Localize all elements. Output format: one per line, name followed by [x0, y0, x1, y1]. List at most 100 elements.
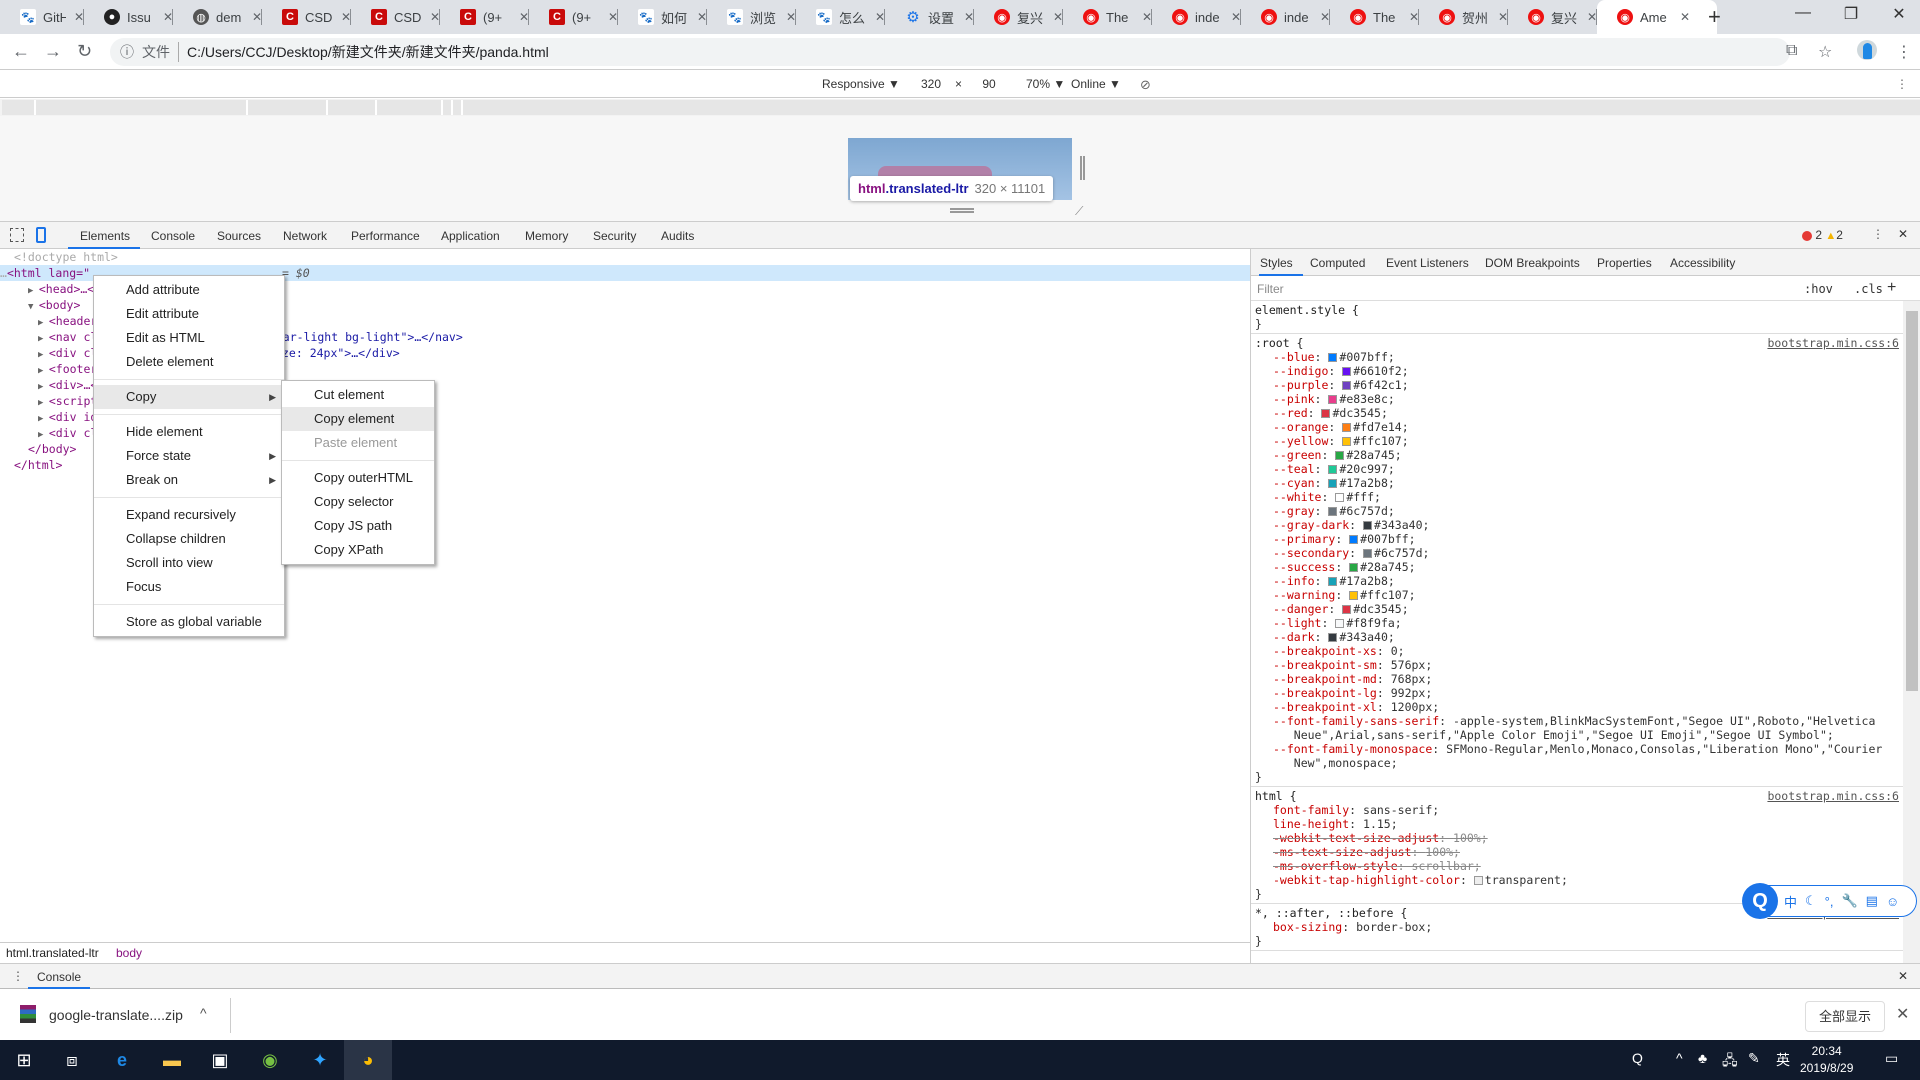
sidebar-tab-computed[interactable]: Computed: [1310, 256, 1365, 270]
browser-tab[interactable]: ⚙ 设置 ✕: [885, 0, 974, 34]
color-swatch[interactable]: [1328, 479, 1338, 488]
ime-moon-icon[interactable]: ☾: [1805, 893, 1817, 909]
ime-punct-icon[interactable]: °,: [1825, 894, 1834, 909]
submenu-item-copy-selector[interactable]: Copy selector: [282, 490, 434, 514]
media-query-segment[interactable]: [328, 100, 377, 115]
style-declaration[interactable]: --font-family-sans-serif: -apple-system,…: [1255, 714, 1899, 742]
style-declaration[interactable]: --cyan: #17a2b8;: [1255, 476, 1899, 490]
browser-tab[interactable]: ◉ 复兴 ✕: [974, 0, 1063, 34]
zoom-select[interactable]: 70% ▼: [1026, 77, 1065, 91]
dom-node[interactable]: </html>: [0, 457, 62, 473]
sidebar-tab-accessibility[interactable]: Accessibility: [1670, 256, 1735, 270]
chrome-menu-icon[interactable]: ⋮: [1896, 42, 1912, 62]
ime-toolbar[interactable]: Q 中 ☾ °, 🔧 ▤ ☺: [1742, 883, 1917, 919]
browser-tab[interactable]: C (9+ ✕: [529, 0, 618, 34]
style-declaration[interactable]: --font-family-monospace: SFMono-Regular,…: [1255, 742, 1899, 770]
qq-icon[interactable]: ♣: [1698, 1050, 1707, 1066]
color-swatch[interactable]: [1363, 521, 1373, 530]
ime-mode[interactable]: 中: [1784, 892, 1797, 911]
color-swatch[interactable]: [1328, 353, 1338, 362]
style-declaration[interactable]: --teal: #20c997;: [1255, 462, 1899, 476]
menu-item-collapse-children[interactable]: Collapse children: [94, 527, 284, 551]
color-swatch[interactable]: [1321, 409, 1331, 418]
browser-tab[interactable]: 🐾 GitH ✕: [0, 0, 84, 34]
submenu-item-copy-js-path[interactable]: Copy JS path: [282, 514, 434, 538]
devtools-tab-audits[interactable]: Audits: [661, 229, 694, 243]
browser-tab[interactable]: ● Issu ✕: [84, 0, 173, 34]
show-all-button[interactable]: 全部显示: [1805, 1001, 1885, 1032]
menu-item-copy[interactable]: Copy ▶: [94, 385, 284, 409]
new-tab-button[interactable]: +: [1708, 4, 1721, 30]
style-declaration[interactable]: --info: #17a2b8;: [1255, 574, 1899, 588]
action-center-icon[interactable]: ▭: [1885, 1050, 1898, 1067]
ime-emoji-icon[interactable]: ☺: [1886, 894, 1899, 909]
cls-toggle[interactable]: .cls: [1854, 282, 1883, 296]
browser-tab[interactable]: ◉ Ame ✕: [1597, 0, 1717, 34]
color-swatch[interactable]: [1328, 395, 1338, 404]
network-icon[interactable]: 🖧: [1722, 1050, 1738, 1074]
color-swatch[interactable]: [1342, 381, 1352, 390]
resize-handle-bottom[interactable]: [950, 208, 974, 213]
browser-tab[interactable]: 🐾 怎么 ✕: [796, 0, 885, 34]
styles-filter[interactable]: Filter :hov .cls +: [1251, 277, 1920, 301]
style-declaration[interactable]: --breakpoint-lg: 992px;: [1255, 686, 1899, 700]
browser-360-icon[interactable]: ◉: [246, 1040, 294, 1080]
dom-node[interactable]: ▼ <body>: [0, 297, 80, 313]
ime-wrench-icon[interactable]: 🔧: [1841, 893, 1857, 909]
style-declaration[interactable]: -ms-text-size-adjust: 100%;: [1255, 845, 1899, 859]
style-declaration[interactable]: line-height: 1.15;: [1255, 817, 1899, 831]
hov-toggle[interactable]: :hov: [1804, 282, 1833, 296]
maximize-button[interactable]: ❐: [1828, 4, 1874, 24]
device-preset-select[interactable]: Responsive ▼: [822, 77, 900, 91]
url-text[interactable]: C:/Users/CCJ/Desktop/新建文件夹/新建文件夹/panda.h…: [187, 42, 549, 62]
forward-icon[interactable]: →: [44, 41, 62, 62]
media-query-segment[interactable]: [463, 100, 1920, 115]
color-swatch[interactable]: [1328, 577, 1338, 586]
browser-tab[interactable]: C CSD ✕: [351, 0, 440, 34]
device-width-input[interactable]: 320: [909, 74, 953, 94]
style-declaration[interactable]: --danger: #dc3545;: [1255, 602, 1899, 616]
color-swatch[interactable]: [1342, 437, 1352, 446]
rule-selector[interactable]: element.style {: [1255, 303, 1899, 317]
browser-tab[interactable]: ◉ The ✕: [1063, 0, 1152, 34]
color-swatch[interactable]: [1342, 367, 1352, 376]
rotate-icon[interactable]: ⊘: [1140, 77, 1151, 93]
cmd-icon[interactable]: ▣: [196, 1040, 244, 1080]
media-query-segment[interactable]: [443, 100, 453, 115]
style-declaration[interactable]: --gray: #6c757d;: [1255, 504, 1899, 518]
color-swatch[interactable]: [1328, 633, 1338, 642]
color-swatch[interactable]: [1328, 507, 1338, 516]
style-declaration[interactable]: --yellow: #ffc107;: [1255, 434, 1899, 448]
clock[interactable]: 20:34 2019/8/29: [1800, 1043, 1853, 1077]
submenu-item-copy-xpath[interactable]: Copy XPath: [282, 538, 434, 562]
devtools-tab-console[interactable]: Console: [151, 229, 195, 243]
media-query-segment[interactable]: [377, 100, 443, 115]
styles-scrollbar[interactable]: [1903, 301, 1920, 963]
style-declaration[interactable]: --light: #f8f9fa;: [1255, 616, 1899, 630]
color-swatch[interactable]: [1349, 535, 1359, 544]
browser-tab[interactable]: C (9+ ✕: [440, 0, 529, 34]
style-declaration[interactable]: --breakpoint-xl: 1200px;: [1255, 700, 1899, 714]
breadcrumb-body[interactable]: body: [116, 946, 142, 960]
dom-node[interactable]: </body>: [0, 441, 76, 457]
style-declaration[interactable]: --pink: #e83e8c;: [1255, 392, 1899, 406]
throttle-select[interactable]: Online ▼: [1071, 77, 1121, 91]
minimize-button[interactable]: —: [1780, 4, 1826, 22]
back-icon[interactable]: ←: [12, 41, 30, 62]
window-close-button[interactable]: ✕: [1876, 4, 1920, 24]
reload-icon[interactable]: ↻: [77, 41, 92, 62]
scrollbar-thumb[interactable]: [1906, 311, 1918, 691]
devtools-tab-memory[interactable]: Memory: [525, 229, 568, 243]
submenu-item-copy-outerhtml[interactable]: Copy outerHTML: [282, 466, 434, 490]
color-swatch[interactable]: [1328, 465, 1338, 474]
media-query-segment[interactable]: [248, 100, 328, 115]
style-declaration[interactable]: --orange: #fd7e14;: [1255, 420, 1899, 434]
menu-item-force-state[interactable]: Force state ▶: [94, 444, 284, 468]
media-query-segment[interactable]: [36, 100, 248, 115]
menu-item-focus[interactable]: Focus: [94, 575, 284, 599]
menu-item-edit-as-html[interactable]: Edit as HTML: [94, 326, 284, 350]
collapsed-triangle-icon[interactable]: ▶: [38, 334, 49, 344]
sidebar-tab-styles[interactable]: Styles: [1260, 256, 1293, 270]
ime-logo-icon[interactable]: Q: [1742, 883, 1778, 919]
style-declaration[interactable]: --secondary: #6c757d;: [1255, 546, 1899, 560]
